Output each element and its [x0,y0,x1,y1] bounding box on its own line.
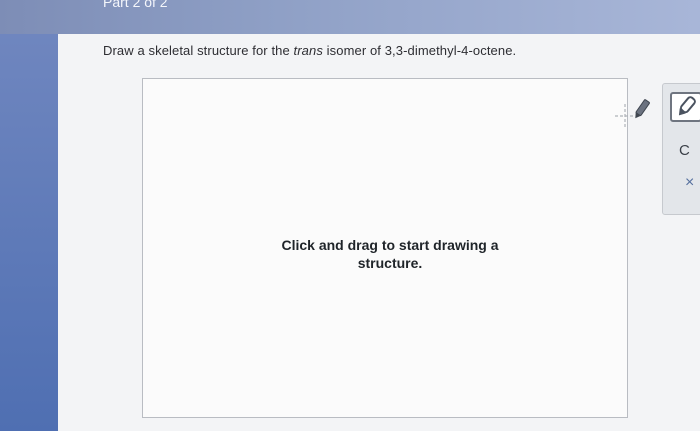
close-tool-button[interactable]: × [685,174,694,192]
carbon-atom-button[interactable]: C [679,142,690,159]
pencil-icon [678,96,696,116]
question-text: Draw a skeletal structure for the trans … [103,43,516,58]
question-emphasis: trans [293,43,323,58]
part-header-bar: Part 2 of 2 [0,0,700,34]
carbon-atom-label: C [679,142,690,159]
canvas-hint: Click and drag to start drawing a struct… [250,236,530,272]
left-sidebar-strip [0,34,58,431]
part-label: Part 2 of 2 [103,0,168,10]
close-icon: × [685,174,695,191]
pencil-tool-button[interactable] [670,92,700,122]
canvas-hint-line2: structure. [357,255,423,271]
question-suffix: isomer of 3,3-dimethyl-4-octene. [322,43,517,58]
canvas-hint-line1: Click and drag to start drawing a [281,237,499,253]
question-prefix: Draw a skeletal structure for the [103,43,294,58]
pencil-crosshair-icon [615,99,650,128]
drawing-toolbar: C × [662,83,700,215]
